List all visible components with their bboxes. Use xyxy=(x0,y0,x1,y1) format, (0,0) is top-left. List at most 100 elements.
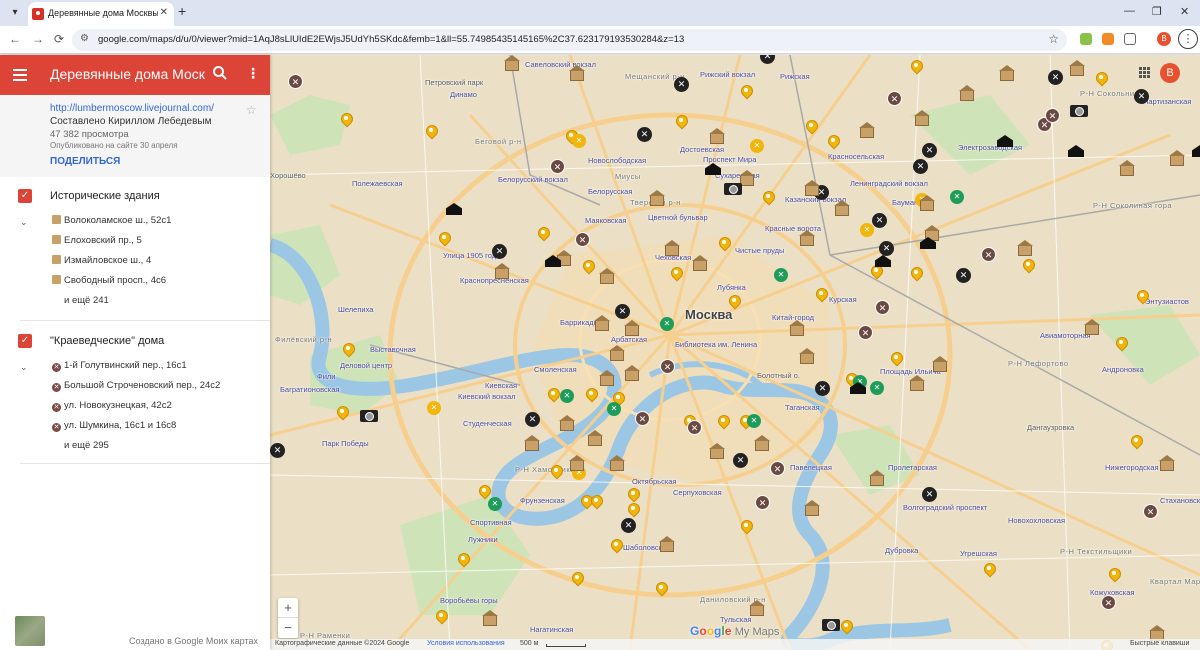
house-marker[interactable] xyxy=(754,435,770,451)
map-pin[interactable] xyxy=(571,572,583,588)
cross-marker[interactable]: ✕ xyxy=(621,518,636,533)
map-pin[interactable] xyxy=(910,267,922,283)
map-pin[interactable] xyxy=(336,406,348,422)
map-pin[interactable] xyxy=(547,388,559,404)
green-marker[interactable]: ✕ xyxy=(488,497,502,511)
reload-button[interactable]: ⟳ xyxy=(54,32,64,46)
house-marker[interactable] xyxy=(659,536,675,552)
more-options-icon[interactable]: ⋮ xyxy=(246,65,260,82)
site-info-icon[interactable]: ⚙ xyxy=(80,33,89,44)
more-items-link[interactable]: и ещё 241 xyxy=(64,295,109,306)
close-tab-icon[interactable]: ✕ xyxy=(160,7,168,18)
cross-marker[interactable]: ✕ xyxy=(879,241,894,256)
map-pin[interactable] xyxy=(590,495,602,511)
map-pin[interactable] xyxy=(670,267,682,283)
address-bar[interactable]: ⚙ google.com/maps/d/u/0/viewer?mid=1AqJ8… xyxy=(72,29,1067,51)
apps-grid-icon[interactable] xyxy=(1139,67,1151,79)
green-marker[interactable]: ✕ xyxy=(560,389,574,403)
house-marker[interactable] xyxy=(959,85,975,101)
cross-marker[interactable]: ✕ xyxy=(913,159,928,174)
extension-download-icon[interactable] xyxy=(1080,33,1092,45)
map-canvas[interactable]: Москва Петровский парк Динамо Савеловски… xyxy=(270,55,1200,650)
cross-marker[interactable]: ✕ xyxy=(815,381,830,396)
map-pin[interactable] xyxy=(655,582,667,598)
cross-marker-brown[interactable]: ✕ xyxy=(858,325,873,340)
cross-marker-brown[interactable]: ✕ xyxy=(687,420,702,435)
cross-marker-brown[interactable]: ✕ xyxy=(875,300,890,315)
close-window-button[interactable]: ✕ xyxy=(1180,5,1189,18)
cross-marker[interactable]: ✕ xyxy=(922,143,937,158)
cross-marker-brown[interactable]: ✕ xyxy=(660,359,675,374)
house-marker[interactable] xyxy=(599,370,615,386)
green-marker[interactable]: ✕ xyxy=(660,317,674,331)
house-marker[interactable] xyxy=(914,110,930,126)
list-item[interactable]: ✕ ул. Новокузнецкая, 42с2 xyxy=(52,400,172,412)
zoom-in-button[interactable]: + xyxy=(278,598,298,618)
map-pin[interactable] xyxy=(910,60,922,76)
new-tab-button[interactable]: + xyxy=(178,3,186,19)
map-pin[interactable] xyxy=(457,553,469,569)
house-marker[interactable] xyxy=(524,435,540,451)
share-button[interactable]: ПОДЕЛИТЬСЯ xyxy=(50,156,120,167)
cross-marker-brown[interactable]: ✕ xyxy=(770,461,785,476)
map-pin[interactable] xyxy=(550,465,562,481)
cross-marker[interactable]: ✕ xyxy=(492,244,507,259)
cross-marker-brown[interactable]: ✕ xyxy=(575,232,590,247)
list-item[interactable]: Свободный просп., 4с6 xyxy=(52,275,166,286)
house-marker[interactable] xyxy=(799,348,815,364)
layer-checkbox[interactable]: ✓ xyxy=(18,189,32,203)
house-marker[interactable] xyxy=(789,320,805,336)
map-pin[interactable] xyxy=(582,260,594,276)
forward-button[interactable]: → xyxy=(32,32,44,46)
yellow-marker[interactable]: ✕ xyxy=(572,134,586,148)
cross-marker[interactable]: ✕ xyxy=(922,487,937,502)
cross-marker-brown[interactable]: ✕ xyxy=(550,159,565,174)
map-pin[interactable] xyxy=(762,191,774,207)
cross-marker[interactable]: ✕ xyxy=(1134,89,1149,104)
house-marker[interactable] xyxy=(624,320,640,336)
cross-marker[interactable]: ✕ xyxy=(1048,70,1063,85)
source-link[interactable]: http://lumbermoscow.livejournal.com/ xyxy=(50,103,214,114)
house-marker[interactable] xyxy=(1119,160,1135,176)
map-pin[interactable] xyxy=(425,125,437,141)
chevron-down-icon[interactable]: ⌄ xyxy=(20,362,28,373)
house-marker[interactable] xyxy=(709,128,725,144)
map-pin[interactable] xyxy=(740,520,752,536)
map-pin[interactable] xyxy=(827,135,839,151)
house-marker[interactable] xyxy=(739,170,755,186)
map-pin[interactable] xyxy=(438,232,450,248)
house-marker[interactable] xyxy=(664,240,680,256)
map-pin[interactable] xyxy=(1136,290,1148,306)
camera-marker[interactable] xyxy=(1070,105,1088,117)
cross-marker[interactable]: ✕ xyxy=(872,213,887,228)
house-marker[interactable] xyxy=(609,455,625,471)
house-marker[interactable] xyxy=(859,122,875,138)
profile-avatar[interactable]: B xyxy=(1157,32,1171,46)
cross-marker[interactable]: ✕ xyxy=(674,77,689,92)
map-pin[interactable] xyxy=(1022,259,1034,275)
house-marker[interactable] xyxy=(587,430,603,446)
menu-icon[interactable] xyxy=(13,69,27,81)
map-pin[interactable] xyxy=(728,295,740,311)
minimize-button[interactable]: — xyxy=(1124,5,1135,17)
list-item[interactable]: ✕ ул. Шумкина, 16с1 и 16с8 xyxy=(52,420,176,432)
house-marker[interactable] xyxy=(692,255,708,271)
map-pin[interactable] xyxy=(740,85,752,101)
cross-marker-brown[interactable]: ✕ xyxy=(635,411,650,426)
cross-marker-brown[interactable]: ✕ xyxy=(1101,595,1116,610)
list-item[interactable]: ✕ 1-й Голутвинский пер., 16с1 xyxy=(52,360,187,372)
house-marker[interactable] xyxy=(1159,455,1175,471)
map-pin[interactable] xyxy=(1095,72,1107,88)
house-marker[interactable] xyxy=(649,190,665,206)
cross-marker[interactable]: ✕ xyxy=(956,268,971,283)
house-marker[interactable] xyxy=(869,470,885,486)
house-marker[interactable] xyxy=(909,375,925,391)
map-pin[interactable] xyxy=(983,563,995,579)
tab-search-button[interactable]: ▾ xyxy=(6,4,24,22)
map-pin[interactable] xyxy=(340,113,352,129)
map-pin[interactable] xyxy=(537,227,549,243)
map-pin[interactable] xyxy=(840,620,852,636)
star-icon[interactable]: ☆ xyxy=(246,103,257,117)
tab-active[interactable]: Деревянные дома Москвы (G… ✕ xyxy=(28,2,174,26)
list-item[interactable]: ✕ Большой Строченовский пер., 24с2 xyxy=(52,380,220,392)
